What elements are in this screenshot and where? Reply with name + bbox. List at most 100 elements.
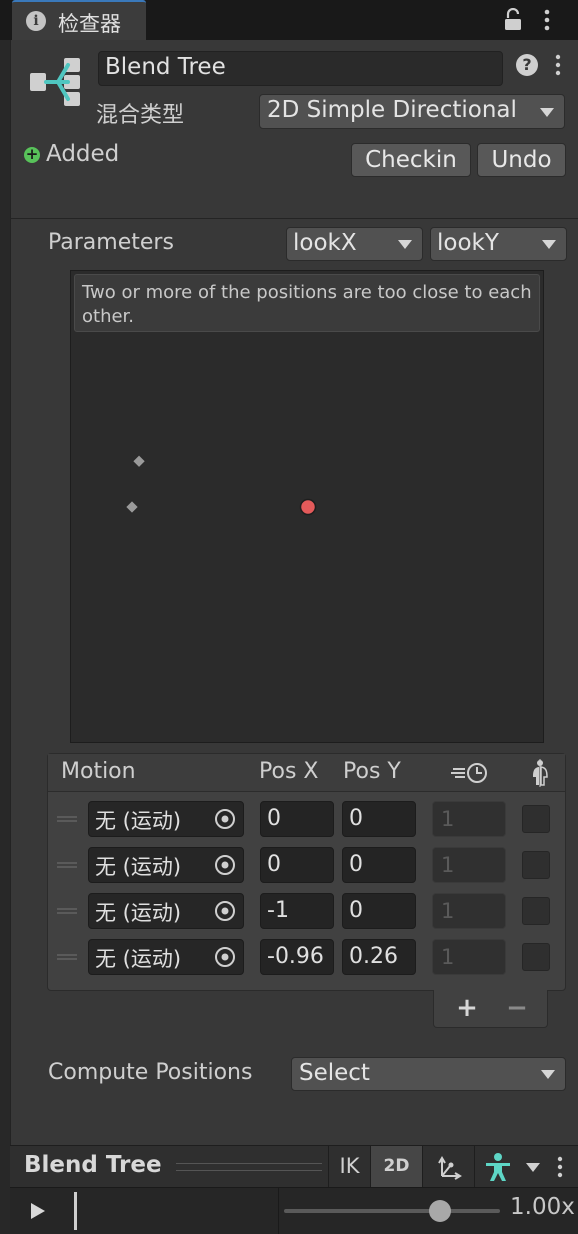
chevron-down-icon [540,107,554,117]
preview-title: Blend Tree [24,1152,162,1178]
pos-y-header: Pos Y [343,759,401,784]
motion-clip-field[interactable]: 无 (运动) [88,847,244,883]
timeline-divider [278,1188,279,1234]
param-x-dropdown[interactable]: lookX [286,227,423,261]
name-value: Blend Tree [105,54,226,80]
pos-x-field[interactable]: -1 [260,893,334,929]
inspector-tab[interactable]: i 检查器 [12,0,146,40]
blend-type-label: 混合类型 [96,103,185,128]
drag-handle-icon[interactable] [57,908,77,914]
ik-toggle[interactable]: IK [328,1146,370,1188]
compute-positions-label: Compute Positions [48,1060,253,1085]
compute-positions-value: Select [299,1060,370,1086]
pivot-axes-button[interactable] [422,1146,474,1188]
blend-position-point[interactable] [131,454,147,469]
motion-clip-value: 无 (运动) [95,947,182,971]
pos-x-value: 0 [267,852,281,877]
compute-positions-dropdown[interactable]: Select [291,1057,566,1091]
speed-value: 1.00x [510,1194,575,1220]
info-icon: i [26,11,46,31]
time-scale-value: 1 [441,899,455,923]
blend-position-point[interactable] [124,499,140,515]
add-motion-button[interactable]: + [448,992,486,1024]
tab-title: 检查器 [58,12,121,36]
pos-x-value: -0.96 [267,944,324,969]
motion-clip-value: 无 (运动) [95,809,182,833]
time-scale-field: 1 [432,939,506,975]
added-icon: + [24,145,40,163]
param-y-dropdown[interactable]: lookY [430,227,567,261]
timeline-cursor[interactable] [74,1192,77,1230]
current-parameter-point[interactable] [299,498,317,516]
blend-type-dropdown[interactable]: 2D Simple Directional [259,94,565,129]
time-scale-field: 1 [432,893,506,929]
mirror-checkbox[interactable] [522,943,550,971]
name-field[interactable]: Blend Tree [98,51,503,86]
pos-y-field[interactable]: 0 [342,893,416,929]
parameters-label: Parameters [48,230,174,255]
help-icon[interactable]: ? [516,54,538,76]
speed-slider-track [284,1209,500,1213]
motion-header: Motion [61,759,136,784]
pos-y-value: 0 [349,806,363,831]
preview-toolbar: Blend Tree IK 2D [10,1145,578,1188]
motion-clip-field[interactable]: 无 (运动) [88,893,244,929]
chevron-down-icon [541,1070,555,1079]
time-scale-field: 1 [432,847,506,883]
avatar-dropdown[interactable] [474,1146,550,1188]
time-scale-icon [451,761,493,785]
mirror-checkbox[interactable] [522,897,550,925]
chevron-down-icon [542,240,556,249]
blend-graph-canvas [124,454,317,516]
pos-y-field[interactable]: 0.26 [342,939,416,975]
pos-x-field[interactable]: -0.96 [260,939,334,975]
lock-icon[interactable] [503,7,523,32]
time-scale-value: 1 [441,853,455,877]
play-icon [31,1203,45,1219]
blend-type-value: 2D Simple Directional [267,97,517,123]
checkin-button[interactable]: Checkin [351,143,471,177]
chevron-down-icon [398,240,412,249]
drag-handle-icon[interactable] [57,816,77,822]
time-scale-field: 1 [432,801,506,837]
remove-icon: − [506,993,528,1023]
blend-tree-icon [28,56,82,108]
mode-2d-toggle[interactable]: 2D [370,1146,422,1188]
kebab-menu-icon[interactable] [541,8,553,32]
pos-y-field[interactable]: 0 [342,801,416,837]
pivot-axes-icon [437,1156,462,1180]
pos-x-field[interactable]: 0 [260,801,334,837]
pos-y-field[interactable]: 0 [342,847,416,883]
motion-list-footer: + − [433,990,548,1028]
speed-slider-thumb[interactable] [429,1200,451,1222]
playback-bar: 1.00x [10,1187,578,1234]
toolbar-grip [176,1163,322,1171]
play-button[interactable] [22,1198,52,1224]
object-picker-icon[interactable] [207,802,243,836]
pos-x-field[interactable]: 0 [260,847,334,883]
pos-y-value: 0 [349,898,363,923]
mirror-checkbox[interactable] [522,851,550,879]
undo-button[interactable]: Undo [477,143,566,177]
object-picker-icon[interactable] [207,894,243,928]
drag-handle-icon[interactable] [57,954,77,960]
kebab-menu-icon[interactable] [554,1156,566,1178]
chevron-down-icon [526,1163,540,1172]
motion-clip-value: 无 (运动) [95,855,182,879]
undo-label: Undo [491,147,552,173]
motion-clip-field[interactable]: 无 (运动) [88,939,244,975]
motion-clip-field[interactable]: 无 (运动) [88,801,244,837]
drag-handle-icon[interactable] [57,862,77,868]
object-picker-icon[interactable] [207,848,243,882]
avatar-icon [486,1153,510,1181]
motion-clip-value: 无 (运动) [95,901,182,925]
checkin-label: Checkin [365,147,457,173]
mirror-checkbox[interactable] [522,805,550,833]
ik-label: IK [339,1154,360,1178]
blend-graph[interactable]: Two or more of the positions are too clo… [70,270,544,743]
pos-y-value: 0 [349,852,363,877]
kebab-menu-icon[interactable] [552,54,564,76]
remove-motion-button[interactable]: − [498,992,536,1024]
speed-slider[interactable] [284,1196,500,1226]
object-picker-icon[interactable] [207,940,243,974]
